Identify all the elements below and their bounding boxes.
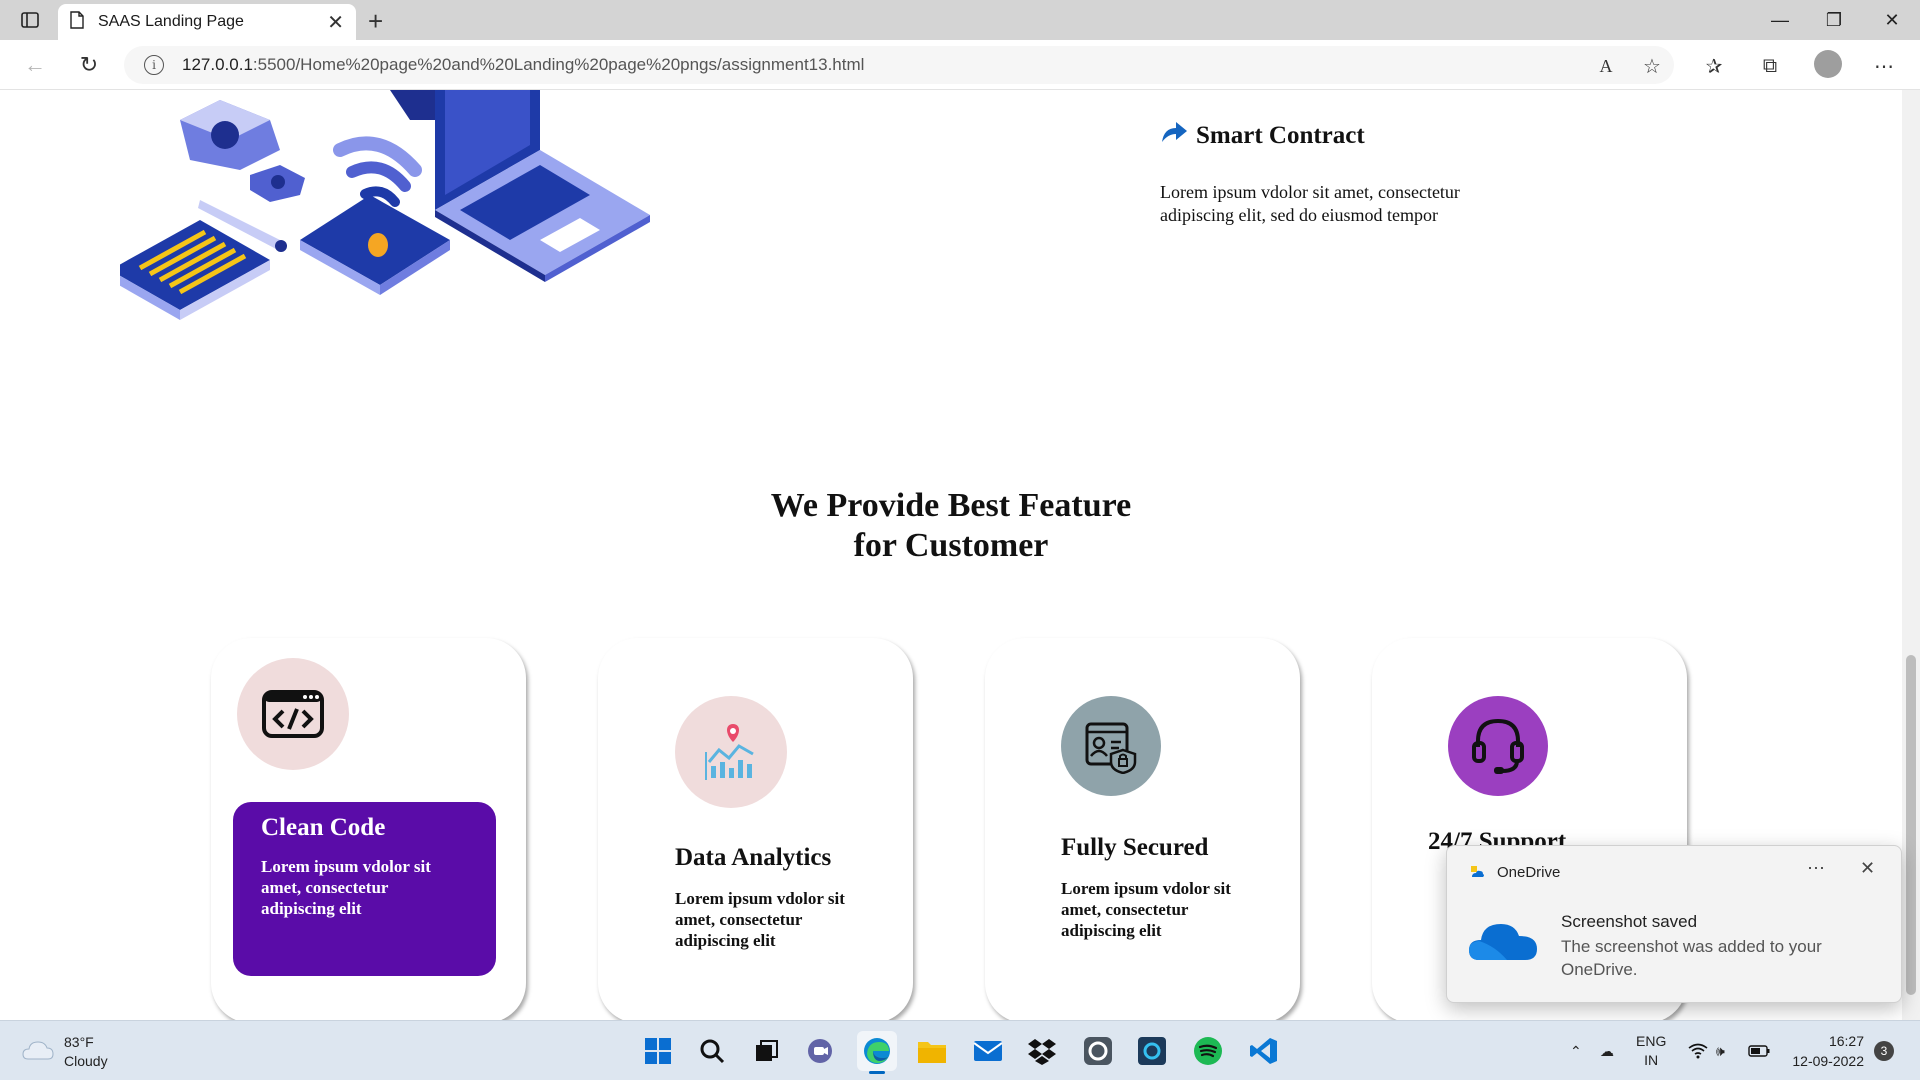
mail-icon[interactable] [968, 1031, 1008, 1071]
favorites-icon[interactable]: ✰ [1700, 52, 1728, 80]
start-button[interactable] [638, 1031, 678, 1071]
active-app-indicator [869, 1071, 885, 1074]
app-icon-grey[interactable] [1078, 1031, 1118, 1071]
wifi-tray-icon[interactable] [1688, 1021, 1708, 1080]
notification-body: The screenshot was added to your OneDriv… [1561, 937, 1822, 979]
clock-time: 16:27 [1828, 1033, 1864, 1049]
notification-close-icon[interactable]: ✕ [1860, 858, 1875, 879]
lang-line2: IN [1644, 1052, 1659, 1068]
phone-icon [300, 195, 450, 295]
features-heading-line1: We Provide Best Feature [770, 487, 1132, 524]
refresh-button[interactable]: ↻ [74, 50, 104, 80]
taskbar-clock[interactable]: 16:27 12-09-2022 [1784, 1031, 1864, 1071]
code-window-icon [237, 658, 349, 770]
wifi-icon [333, 136, 422, 207]
back-button[interactable]: ← [20, 50, 50, 80]
features-heading-line2: for Customer [853, 527, 1049, 564]
card-title: Fully Secured [1061, 834, 1209, 861]
language-indicator[interactable]: ENG IN [1636, 1021, 1666, 1080]
weather-desc: Cloudy [64, 1053, 108, 1069]
app-icon-blue[interactable] [1132, 1031, 1172, 1071]
smart-contract-text: Lorem ipsum vdolor sit amet, consectetur… [1160, 182, 1460, 225]
feature-card-data-analytics[interactable]: Data Analytics Lorem ipsum vdolor sit am… [598, 638, 913, 1020]
minimize-button[interactable]: — [1752, 0, 1808, 40]
notification-app-name: OneDrive [1497, 864, 1561, 881]
smart-contract-section: Smart Contract Lorem ipsum vdolor sit am… [1160, 120, 1520, 227]
onedrive-notification[interactable]: OneDrive ⋯ ✕ Screenshot saved The screen… [1446, 845, 1902, 1003]
page-scrollbar[interactable] [1902, 90, 1920, 1020]
spotify-icon[interactable] [1188, 1031, 1228, 1071]
battery-icon[interactable] [1748, 1021, 1770, 1080]
search-icon[interactable] [692, 1031, 732, 1071]
headset-icon [1448, 696, 1548, 796]
chat-icon[interactable] [800, 1031, 840, 1071]
smart-contract-heading: Smart Contract [1160, 120, 1520, 151]
read-aloud-icon[interactable]: A [1592, 52, 1620, 80]
notification-more-icon[interactable]: ⋯ [1807, 858, 1825, 879]
share-arrow-icon [1160, 120, 1188, 151]
tab-bar: SAAS Landing Page ✕ + — ❐ ✕ [0, 0, 1920, 40]
tab-title: SAAS Landing Page [98, 13, 244, 30]
card-text: Lorem ipsum vdolor sit amet, consectetur… [261, 857, 431, 918]
file-explorer-icon[interactable] [912, 1031, 952, 1071]
features-heading: We Provide Best Feature for Customer [0, 486, 1902, 566]
add-favorite-icon[interactable]: ☆ [1638, 52, 1666, 80]
secure-document-icon [1061, 696, 1161, 796]
notepad-icon [120, 220, 270, 320]
new-tab-button[interactable]: + [368, 6, 383, 37]
notification-heading: Screenshot saved [1561, 912, 1698, 931]
scrollbar-thumb[interactable] [1906, 655, 1916, 995]
task-view-icon[interactable] [746, 1031, 786, 1071]
close-tab-icon[interactable]: ✕ [327, 10, 344, 35]
profile-avatar[interactable] [1814, 50, 1842, 78]
edge-browser-icon[interactable] [857, 1031, 897, 1074]
windows-taskbar: 83°F Cloudy ⌃ ☁ ENG IN 🕪 16:27 12-09-202… [0, 1020, 1920, 1080]
restore-button[interactable]: ❐ [1806, 0, 1862, 40]
browser-tab[interactable]: SAAS Landing Page ✕ [58, 4, 356, 40]
weather-widget[interactable]: 83°F Cloudy [22, 1033, 108, 1071]
card-title: Data Analytics [675, 844, 832, 871]
gear-icon [180, 100, 305, 202]
dropbox-icon[interactable] [1022, 1031, 1062, 1071]
feature-card-clean-code[interactable]: Clean Code Lorem ipsum vdolor sit amet, … [211, 638, 526, 1020]
onedrive-cloud-icon [1467, 916, 1539, 969]
feature-card-fully-secured[interactable]: Fully Secured Lorem ipsum vdolor sit ame… [985, 638, 1300, 1020]
vscode-icon[interactable] [1244, 1031, 1284, 1071]
card-title: Clean Code [261, 814, 386, 841]
close-window-button[interactable]: ✕ [1864, 0, 1920, 40]
smart-contract-title: Smart Contract [1196, 121, 1365, 149]
page-icon [70, 10, 84, 34]
onedrive-small-icon [1469, 865, 1485, 884]
cloud-icon [22, 1039, 54, 1066]
card-text: Lorem ipsum vdolor sit amet, consectetur… [675, 889, 845, 950]
card-text: Lorem ipsum vdolor sit amet, consectetur… [1061, 879, 1231, 940]
onedrive-tray-icon[interactable]: ☁ [1600, 1021, 1614, 1080]
volume-icon[interactable]: 🕪 [1716, 1021, 1725, 1080]
show-hidden-icons[interactable]: ⌃ [1570, 1021, 1582, 1080]
address-field[interactable]: i 127.0.0.1:5500/Home%20page%20and%20Lan… [124, 46, 1674, 84]
weather-temp: 83°F [64, 1034, 94, 1050]
url-path: :5500/Home%20page%20and%20Landing%20page… [252, 55, 865, 74]
tab-actions-icon[interactable] [14, 8, 46, 32]
url-host: 127.0.0.1 [182, 55, 253, 74]
clock-date: 12-09-2022 [1792, 1053, 1864, 1069]
site-info-icon[interactable]: i [144, 55, 164, 75]
isometric-devices-illustration [120, 90, 650, 320]
collections-icon[interactable]: ⧉ [1756, 52, 1784, 80]
analytics-chart-icon [675, 696, 787, 808]
address-toolbar: ← ↻ i 127.0.0.1:5500/Home%20page%20and%2… [0, 40, 1920, 90]
lang-line1: ENG [1636, 1033, 1667, 1049]
notification-count-badge[interactable]: 3 [1874, 1041, 1894, 1061]
laptop-icon [435, 90, 650, 282]
more-menu-icon[interactable]: ⋯ [1870, 52, 1898, 80]
